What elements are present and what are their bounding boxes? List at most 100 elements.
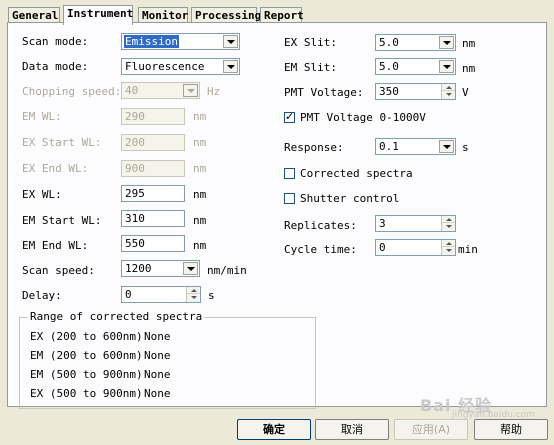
scan-speed-select[interactable]: 1200 — [121, 260, 200, 277]
ex-end-wl-value: 900 — [125, 162, 145, 175]
response-select[interactable]: 0.1 — [375, 138, 456, 155]
em-slit-select[interactable]: 5.0 — [375, 58, 456, 75]
scan-speed-label: Scan speed: — [22, 264, 95, 277]
shutter-control-label: Shutter control — [300, 192, 400, 205]
help-button[interactable]: 帮助 — [474, 419, 548, 440]
cycle-time-label: Cycle time: — [284, 243, 357, 256]
cycle-time-unit: min — [458, 243, 478, 256]
pmt-voltage-spin-buttons — [441, 84, 455, 99]
corrected-spectra-label: Corrected spectra — [300, 167, 413, 180]
em-start-wl-unit: nm — [193, 214, 207, 227]
pmt-voltage-unit: V — [462, 86, 469, 99]
em-end-wl-input[interactable]: 550 — [121, 235, 185, 252]
ex-slit-select[interactable]: 5.0 — [375, 34, 456, 51]
ex-end-wl-unit: nm — [193, 162, 207, 175]
ok-button[interactable]: 确定 — [237, 419, 311, 440]
corrected-spectra-group-title: Range of corrected spectra — [28, 310, 205, 323]
scan-mode-select[interactable]: Emission — [121, 33, 240, 50]
range-row-value: None — [144, 387, 171, 400]
replicates-spin-buttons — [441, 216, 455, 231]
cycle-time-spin-buttons — [441, 240, 455, 255]
chevron-down-icon — [183, 84, 198, 97]
ex-start-wl-label: EX Start WL: — [22, 136, 102, 149]
em-wl-value: 290 — [125, 110, 145, 123]
range-row-label: EM (200 to 600nm) — [30, 349, 143, 362]
range-row-value: None — [144, 330, 171, 343]
delay-spin-buttons — [186, 287, 200, 302]
spin-up-icon[interactable] — [442, 216, 455, 223]
ex-slit-label: EX Slit: — [284, 36, 337, 49]
ex-wl-input[interactable]: 295 — [121, 185, 185, 202]
replicates-spinbox[interactable]: 3 — [375, 215, 456, 232]
pmt-voltage-label: PMT Voltage: — [284, 86, 364, 99]
spin-down-icon[interactable] — [442, 223, 455, 230]
em-wl-unit: nm — [193, 110, 207, 123]
ex-end-wl-label: EX End WL: — [22, 162, 89, 175]
scan-mode-value: Emission — [124, 35, 179, 48]
delay-label: Delay: — [22, 289, 62, 302]
spin-up-icon[interactable] — [442, 240, 455, 247]
range-row-label: EX (200 to 600nm) — [30, 330, 143, 343]
replicates-value: 3 — [379, 217, 386, 230]
cycle-time-spinbox[interactable]: 0 — [375, 239, 456, 256]
cycle-time-value: 0 — [379, 241, 386, 254]
delay-value: 0 — [125, 288, 132, 301]
em-end-wl-value: 550 — [125, 237, 145, 250]
replicates-label: Replicates: — [284, 219, 357, 232]
ex-start-wl-input: 200 — [121, 134, 185, 151]
range-row-value: None — [144, 368, 171, 381]
em-start-wl-label: EM Start WL: — [22, 214, 102, 227]
spin-up-icon[interactable] — [442, 84, 455, 91]
spin-down-icon[interactable] — [442, 247, 455, 254]
scan-speed-unit: nm/min — [207, 264, 247, 277]
pmt-range-checkbox[interactable] — [284, 110, 295, 123]
ex-wl-unit: nm — [193, 188, 207, 201]
ex-wl-label: EX WL: — [22, 188, 62, 201]
delay-unit: s — [208, 289, 215, 302]
spin-down-icon[interactable] — [442, 91, 455, 98]
shutter-control-checkbox[interactable] — [284, 193, 295, 204]
chopping-speed-unit: Hz — [207, 85, 221, 98]
ex-start-wl-unit: nm — [193, 136, 207, 149]
em-wl-label: EM WL: — [22, 110, 62, 123]
delay-spinbox[interactable]: 0 — [121, 286, 201, 303]
spin-down-icon[interactable] — [187, 294, 200, 301]
em-start-wl-value: 310 — [125, 212, 145, 225]
pmt-voltage-value: 350 — [379, 85, 399, 98]
em-slit-unit: nm — [462, 62, 476, 75]
corrected-spectra-checkbox[interactable] — [284, 168, 295, 179]
spin-up-icon[interactable] — [187, 287, 200, 294]
response-unit: s — [462, 141, 469, 154]
data-mode-select[interactable]: Fluorescence — [121, 58, 240, 75]
response-label: Response: — [284, 141, 344, 154]
em-slit-label: EM Slit: — [284, 61, 337, 74]
em-slit-value: 5.0 — [379, 60, 399, 73]
chevron-down-icon[interactable] — [439, 140, 454, 153]
chevron-down-icon[interactable] — [183, 262, 198, 275]
ex-slit-unit: nm — [462, 37, 476, 50]
em-end-wl-label: EM End WL: — [22, 239, 89, 252]
scan-speed-value: 1200 — [125, 262, 152, 275]
data-mode-label: Data mode: — [22, 60, 89, 73]
chevron-down-icon[interactable] — [223, 60, 238, 73]
range-row-value: None — [144, 349, 171, 362]
em-start-wl-input[interactable]: 310 — [121, 210, 185, 227]
em-wl-input: 290 — [121, 108, 185, 125]
apply-button: 应用(A) — [394, 419, 468, 440]
cancel-button[interactable]: 取消 — [315, 419, 389, 440]
em-end-wl-unit: nm — [193, 239, 207, 252]
pmt-range-label: PMT Voltage 0-1000V — [300, 111, 426, 124]
tab-instrument[interactable]: Instrument — [63, 5, 133, 25]
chevron-down-icon[interactable] — [439, 60, 454, 73]
range-row-label: EX (500 to 900nm) — [30, 387, 143, 400]
pmt-voltage-spinbox[interactable]: 350 — [375, 83, 456, 100]
chevron-down-icon[interactable] — [439, 36, 454, 49]
ex-wl-value: 295 — [125, 187, 145, 200]
ex-slit-value: 5.0 — [379, 36, 399, 49]
chopping-speed-value: 40 — [125, 84, 139, 97]
instrument-settings-dialog: General Instrument Monitor Processing Re… — [0, 0, 554, 445]
chevron-down-icon[interactable] — [223, 35, 238, 48]
range-row-label: EM (500 to 900nm) — [30, 368, 143, 381]
scan-mode-label: Scan mode: — [22, 35, 89, 48]
chopping-speed-label: Chopping speed: — [22, 85, 122, 98]
